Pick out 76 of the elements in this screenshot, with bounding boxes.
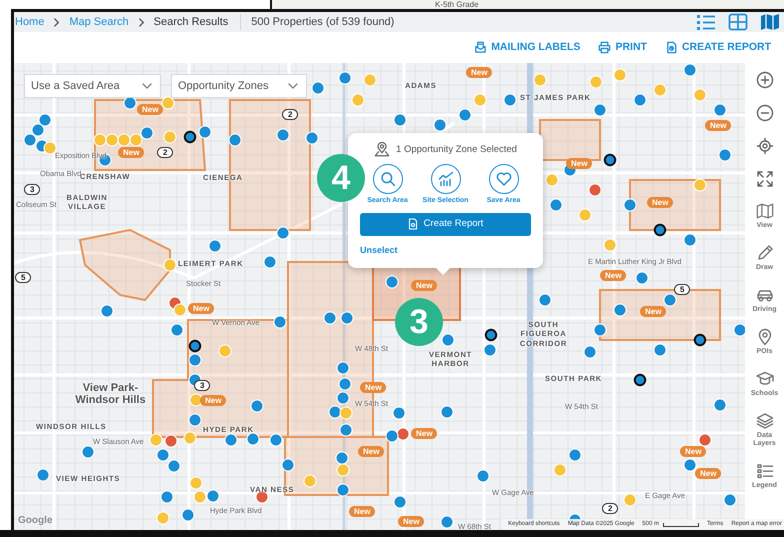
route-shield: 5	[15, 272, 32, 283]
map-logo: Google	[18, 514, 52, 528]
background-window-text: K-5th Grade	[435, 0, 479, 9]
property-marker[interactable]	[604, 154, 616, 166]
property-marker[interactable]	[188, 340, 202, 352]
mailing-icon	[474, 41, 488, 54]
route-shield: 2	[157, 147, 174, 158]
new-tag: New	[566, 158, 592, 169]
zoom-out-icon	[756, 104, 774, 122]
new-tag: New	[411, 428, 438, 439]
map-icon	[760, 13, 780, 31]
new-tag: New	[188, 303, 214, 314]
map-pin-icon	[374, 142, 390, 158]
caret-icon	[288, 83, 298, 89]
printer-icon	[598, 41, 612, 54]
chevron-icon	[53, 18, 60, 26]
breadcrumb-link[interactable]: Map Search	[69, 14, 129, 30]
popup-title: 1 Opportunity Zone Selected	[396, 142, 517, 157]
document-icon	[408, 218, 418, 230]
new-tag: New	[349, 506, 376, 517]
result-count: 500 Properties (of 539 found)	[251, 14, 394, 30]
new-tag: New	[695, 468, 722, 479]
pencil-icon	[756, 244, 774, 262]
property-marker[interactable]	[694, 334, 706, 346]
grid-view-toggle[interactable]	[728, 13, 748, 31]
heart-icon	[496, 171, 512, 187]
document-icon	[664, 41, 678, 54]
legend-icon	[756, 462, 774, 480]
action-link[interactable]: CREATE REPORT	[664, 40, 771, 56]
route-shield: 2	[602, 503, 618, 514]
map-view-toggle[interactable]	[760, 13, 780, 31]
new-tag: New	[398, 516, 424, 527]
property-marker[interactable]	[184, 130, 196, 144]
map-icon	[756, 202, 774, 220]
new-tag: New	[411, 280, 438, 291]
new-tag: New	[466, 67, 492, 78]
property-marker[interactable]	[654, 224, 666, 236]
dropdown[interactable]: Opportunity Zones	[171, 74, 307, 98]
route-shield: 3	[194, 380, 210, 391]
caret-icon	[142, 83, 152, 89]
new-tag: New	[137, 104, 164, 115]
new-tag: New	[705, 120, 732, 131]
route-shield: 2	[282, 109, 298, 120]
breadcrumb-current: Search Results	[154, 14, 228, 30]
create-report-button[interactable]: Create Report	[360, 212, 531, 236]
chart-icon	[438, 171, 454, 187]
route-shield: 5	[674, 284, 690, 295]
zoom-in-icon	[756, 70, 774, 88]
search-icon	[380, 171, 396, 187]
new-tag: New	[200, 395, 226, 406]
new-tag: New	[118, 147, 144, 158]
breadcrumb-link[interactable]: Home	[15, 14, 44, 30]
layers-icon	[756, 412, 774, 430]
scale-bar	[662, 522, 699, 526]
new-tag: New	[640, 306, 666, 317]
chevron-icon	[138, 18, 145, 26]
list-view-toggle[interactable]	[696, 13, 716, 31]
new-tag: New	[360, 382, 386, 393]
list-icon	[696, 13, 716, 31]
property-marker[interactable]	[634, 374, 646, 386]
district-label: View Park-Windsor Hills	[74, 382, 147, 406]
opportunity-zone	[539, 119, 601, 161]
route-shield: 3	[24, 184, 40, 195]
new-tag: New	[358, 446, 384, 457]
property-marker[interactable]	[484, 328, 498, 342]
unselect-link[interactable]: Unselect	[360, 244, 398, 257]
dropdown[interactable]: Use a Saved Area	[24, 74, 161, 98]
new-tag: New	[647, 197, 674, 208]
new-tag: New	[600, 270, 626, 281]
new-tag: New	[680, 446, 706, 457]
target-icon	[756, 136, 774, 154]
grid-icon	[728, 13, 748, 31]
action-link[interactable]: MAILING LABELS	[474, 40, 580, 56]
fullscreen-icon	[756, 170, 774, 188]
action-link[interactable]: PRINT	[598, 40, 647, 56]
step-number-badge: 3	[395, 298, 443, 346]
